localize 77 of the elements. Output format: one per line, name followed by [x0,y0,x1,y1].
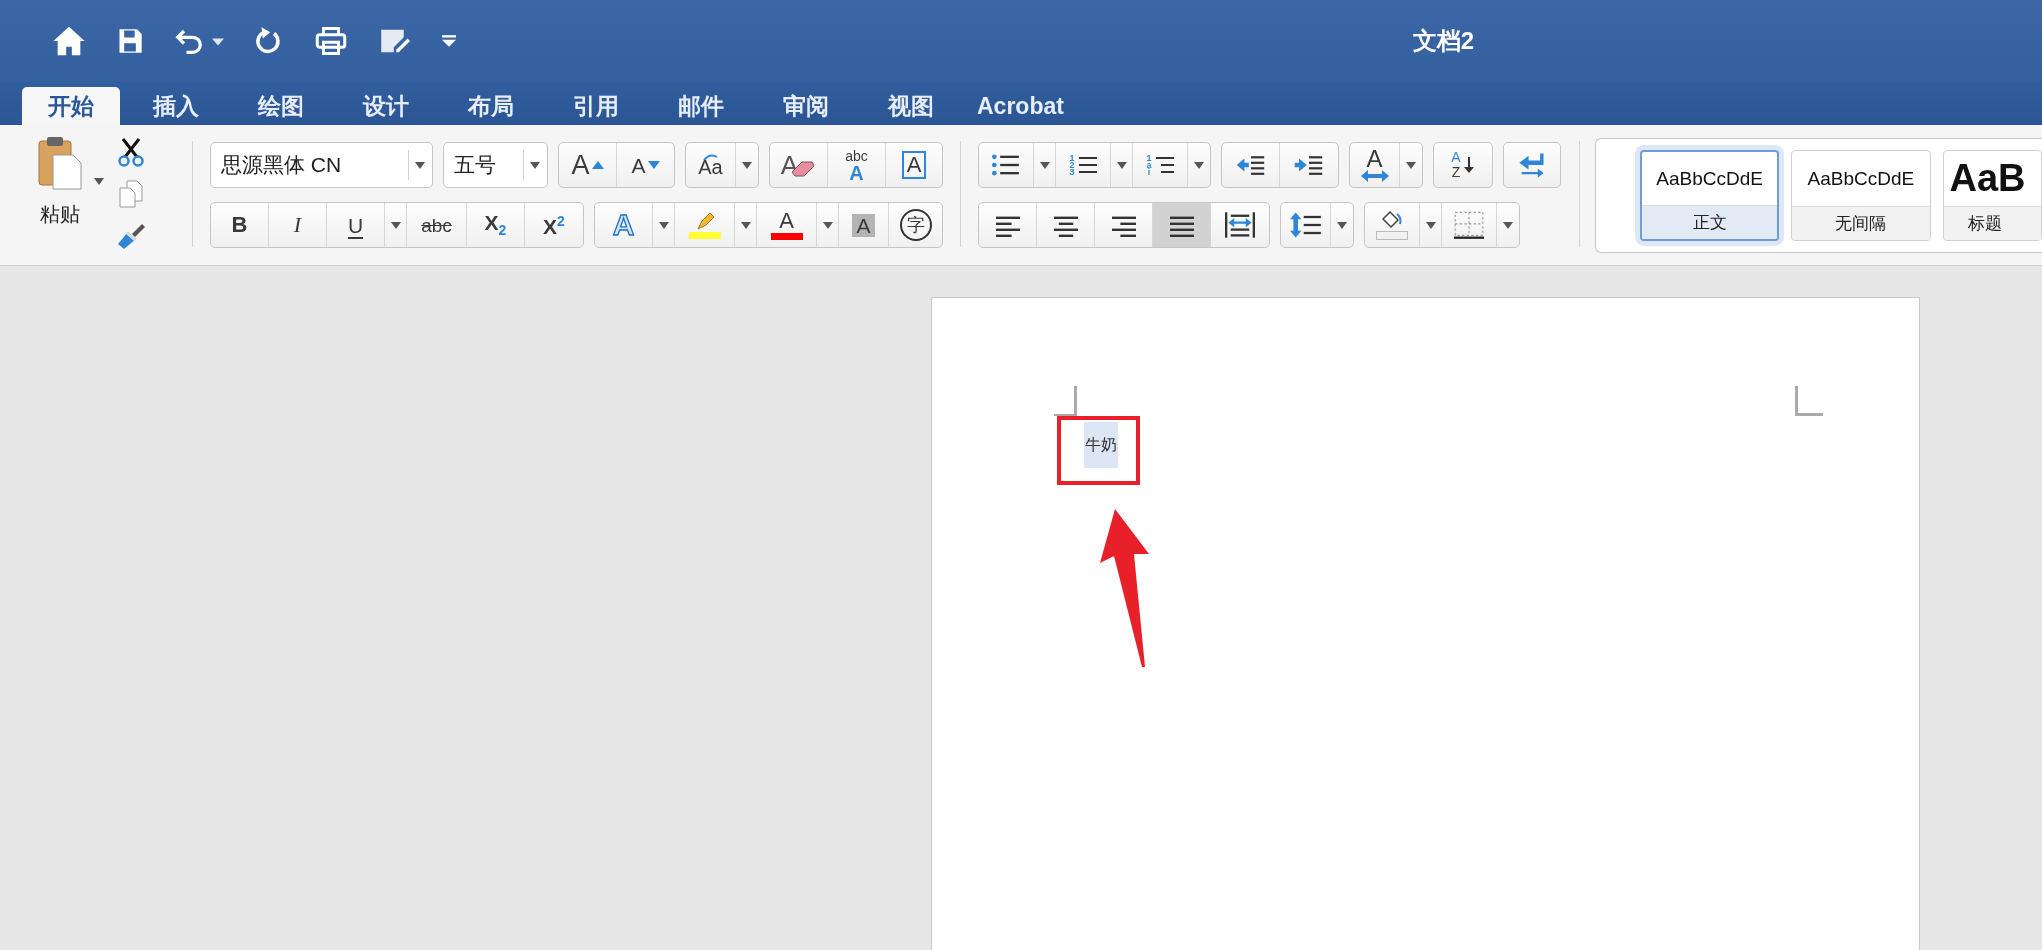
borders-icon [1454,211,1484,239]
ribbon-tab[interactable]: 引用 [547,87,645,125]
copy-icon [119,180,143,208]
caret-icon [740,221,751,229]
enclose-character-button[interactable]: 字 [889,203,942,247]
ribbon-tab[interactable]: 插入 [127,87,225,125]
print-icon[interactable] [314,26,348,56]
up-triangle-icon [591,161,604,169]
down-triangle-icon [647,161,660,169]
caret-icon [390,221,401,229]
return-arrow-icon [1517,152,1547,178]
undo-icon[interactable] [174,27,204,55]
style-tile[interactable]: AaBbCcDdE 无间隔 [1791,150,1931,241]
list-lines-icon [1078,155,1097,175]
outdent-icon [1235,154,1266,176]
ribbon-tab[interactable]: Acrobat [967,87,1074,125]
left-right-arrow-icon [1360,170,1389,182]
style-tile[interactable]: AaB 标题 [1942,150,2042,241]
phonetic-guide-button[interactable]: abc A [828,143,886,187]
caret-icon [415,161,425,169]
indent-icon [1294,154,1324,176]
down-arrow-icon [1462,157,1475,173]
shading-color-bar [1376,231,1408,240]
line-spacing-icon [1289,212,1322,238]
shrink-font-button[interactable]: A [617,143,674,187]
strikethrough-button[interactable]: abc [407,203,467,247]
margin-corner-mark [1795,386,1823,416]
grow-font-button[interactable]: A [559,143,617,187]
caret-icon [1039,161,1050,169]
ribbon-tab[interactable]: 设计 [337,87,435,125]
superscript-button[interactable]: X$^{2}$ [525,203,583,247]
list-lines-icon [1155,155,1174,175]
caret-icon [1337,221,1347,229]
cut-button[interactable] [116,137,146,167]
bullet-list-icon [992,153,1020,177]
subscript-button[interactable]: X$_{2}$ [467,203,525,247]
text-direction-button[interactable]: A [1350,143,1400,187]
ribbon-tab[interactable]: 邮件 [652,87,750,125]
distribute-icon [1225,212,1255,238]
paste-button[interactable]: 粘贴 [30,135,90,240]
ribbon-tab[interactable]: 布局 [442,87,540,125]
bold-button[interactable]: B [211,203,269,247]
font-name-dropdown[interactable]: 思源黑体 CN [210,142,433,188]
caret-icon [1425,221,1436,229]
clipboard-icon [37,135,83,191]
caret-icon [658,221,669,229]
format-painter-button[interactable] [116,221,146,251]
character-border-button[interactable]: A [886,143,942,187]
ribbon-tab[interactable]: 审阅 [757,87,855,125]
window-title: 文档2 [1412,26,1474,56]
ribbon-tab[interactable]: 开始 [22,87,120,125]
caret-icon [1503,221,1513,229]
caret-icon [1406,161,1416,169]
caret-icon[interactable] [212,38,224,46]
caret-icon [530,161,540,169]
font-size-dropdown[interactable]: 五号 [443,142,548,188]
change-case-button[interactable]: Aa [686,143,736,187]
ribbon-tab[interactable]: 视图 [862,87,960,125]
home-icon[interactable] [52,25,86,57]
caret-icon [1116,161,1127,169]
scissors-icon [117,137,145,167]
customize-toolbar-icon[interactable] [442,35,456,47]
multilevel-list-button[interactable]: 1ai [1133,143,1188,187]
character-shading-button[interactable]: A [839,203,889,247]
justify-button[interactable] [1153,203,1211,247]
caret-icon [822,221,833,229]
caret-icon [1194,161,1204,169]
paintbrush-icon [116,222,146,250]
document-text: 牛奶 [1084,422,1118,468]
italic-button[interactable]: I [269,203,327,247]
sort-button[interactable]: A Z [1434,143,1492,187]
caret-icon [94,177,104,185]
font-color-button[interactable]: A [757,203,817,247]
ribbon-tab[interactable]: 绘图 [232,87,330,125]
underline-button[interactable]: U [327,203,385,247]
caret-icon [742,161,752,169]
numbering-button[interactable]: 123 [1056,143,1111,187]
